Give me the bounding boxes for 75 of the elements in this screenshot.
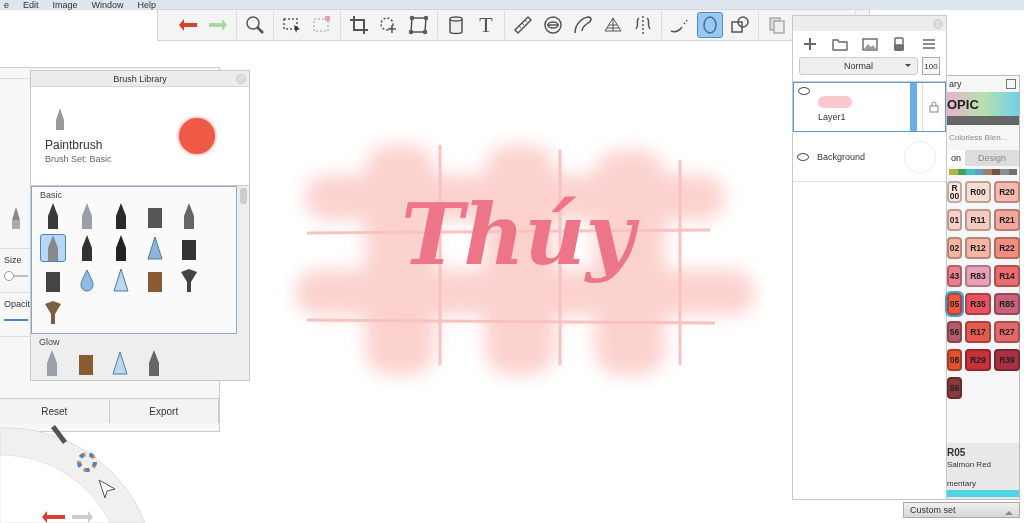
color-wheel-icon[interactable] — [77, 452, 97, 472]
tab[interactable]: on — [947, 150, 965, 166]
color-swatch[interactable]: 56 — [947, 321, 962, 343]
color-swatch[interactable]: R00 — [965, 181, 991, 203]
lock-icon[interactable] — [929, 101, 939, 113]
panel-title: Brush Library — [113, 73, 167, 84]
paintbrush-icon — [55, 108, 65, 130]
color-swatch[interactable]: 05 — [947, 293, 962, 315]
scrollbar[interactable] — [240, 188, 247, 204]
brush-icon[interactable] — [51, 425, 67, 444]
menu-item[interactable]: Edit — [23, 0, 39, 10]
size-label: Size — [4, 255, 23, 265]
image-icon[interactable] — [860, 36, 879, 52]
collapse-icon[interactable] — [1006, 79, 1016, 89]
brush-name: Paintbrush — [45, 138, 103, 152]
blender-label: Colorless Blen... — [948, 132, 1009, 144]
color-swatch[interactable]: R27 — [994, 321, 1020, 343]
color-swatch[interactable]: R22 — [994, 237, 1020, 259]
mode-label: mentary — [947, 479, 977, 488]
layer-row[interactable]: Layer1 — [793, 82, 946, 132]
lettering-text: Thúy — [395, 180, 649, 290]
cursor-icon[interactable] — [98, 479, 116, 499]
color-chip[interactable] — [1008, 169, 1017, 175]
color-chip[interactable] — [966, 169, 975, 175]
brush-preview-dot — [179, 118, 215, 154]
color-swatch[interactable]: 02 — [947, 237, 962, 259]
panel-button[interactable]: Reset — [0, 399, 110, 423]
color-chip[interactable] — [991, 169, 1000, 175]
custom-set-dropdown[interactable]: Custom set — [903, 502, 1020, 518]
menu-item[interactable]: Image — [52, 0, 78, 10]
layer-name: Layer1 — [818, 112, 847, 122]
color-swatch[interactable]: 43 — [947, 265, 962, 287]
section-title: Basic — [40, 190, 63, 200]
color-swatch[interactable]: R12 — [965, 237, 991, 259]
logo-text: OPIC — [947, 96, 979, 112]
section-title: Glow — [39, 337, 61, 347]
color-chip[interactable] — [983, 169, 992, 175]
blend-mode-dropdown[interactable]: Normal — [799, 57, 918, 75]
undo-icon[interactable] — [42, 511, 65, 523]
text-tool-button[interactable]: T — [473, 12, 499, 38]
menu-item[interactable]: e — [4, 0, 9, 10]
opacity-field[interactable]: 100 — [922, 57, 940, 75]
color-chip[interactable] — [949, 169, 958, 175]
color-swatch[interactable]: R20 — [994, 181, 1020, 203]
menu-icon[interactable] — [920, 36, 938, 52]
panel-title: ary — [949, 79, 962, 89]
shade-bar — [947, 116, 1019, 125]
layer-thumbnail — [818, 96, 852, 108]
color-swatch[interactable]: R83 — [965, 265, 991, 287]
color-code: R05 — [947, 447, 967, 458]
folder-icon[interactable] — [830, 36, 849, 52]
menu-item[interactable]: Help — [137, 0, 157, 10]
color-chip[interactable] — [1000, 169, 1009, 175]
color-swatch[interactable]: R85 — [994, 293, 1020, 315]
complementary-bar — [947, 490, 1019, 497]
brush-set-label: Brush Set: Basic — [45, 154, 112, 164]
paintbrush-icon — [10, 206, 22, 230]
add-icon[interactable] — [801, 36, 819, 52]
opacity-label: Opacit — [4, 299, 31, 309]
color-swatch[interactable]: R17 — [965, 321, 991, 343]
color-swatch[interactable]: R11 — [965, 209, 991, 231]
color-swatch[interactable]: R14 — [994, 265, 1020, 287]
panel-button[interactable]: Export — [109, 399, 219, 423]
layer-row[interactable]: Background — [793, 132, 946, 182]
ellipse-tool-icon[interactable] — [697, 12, 723, 38]
color-name: Salmon Red — [947, 460, 993, 469]
color-chip[interactable] — [957, 169, 966, 175]
color-swatch[interactable]: R 00 — [947, 181, 962, 203]
layer-name: Background — [817, 151, 866, 162]
color-swatch[interactable]: R21 — [994, 209, 1020, 231]
menu-item[interactable]: Window — [91, 0, 124, 10]
color-swatch[interactable]: 08 — [947, 349, 962, 371]
color-swatch[interactable]: R35 — [965, 293, 991, 315]
color-swatch[interactable]: 01 — [947, 209, 962, 231]
color-chip[interactable] — [974, 169, 983, 175]
